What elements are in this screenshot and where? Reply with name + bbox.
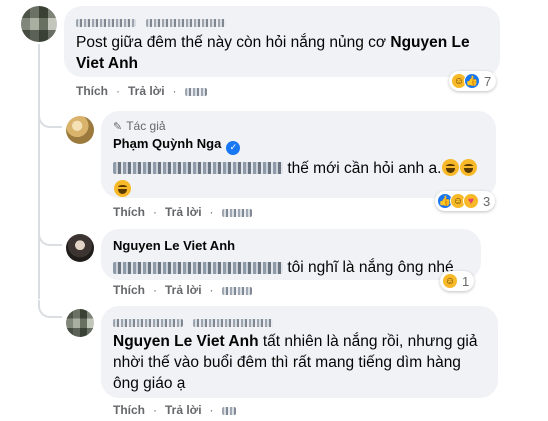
timestamp[interactable] — [221, 283, 252, 297]
reaction-summary[interactable]: ☺ 1 — [440, 271, 475, 291]
timestamp[interactable] — [221, 403, 236, 417]
like-reaction-icon: 👍 — [464, 73, 480, 89]
mention-link[interactable] — [113, 162, 283, 175]
reaction-count: 1 — [462, 273, 470, 289]
grinning-emoji-icon — [442, 158, 460, 176]
grinning-emoji-icon — [460, 158, 478, 176]
like-button[interactable]: Thích — [113, 283, 145, 297]
verified-badge-icon: ✓ — [226, 140, 241, 155]
comment-author-name[interactable]: Phạm Quỳnh Nga ✓ — [113, 135, 484, 155]
mention-link[interactable] — [113, 261, 283, 274]
mention-link[interactable]: Nguyen Le Viet Anh — [113, 333, 259, 350]
reply-button[interactable]: Trả lời — [165, 283, 202, 297]
grinning-emoji-icon — [114, 179, 131, 197]
comment-author-name[interactable] — [113, 314, 486, 328]
comment-actions: Thích · Trả lời · — [113, 403, 236, 417]
comment-text: tôi nghĩ là nắng ông nhé — [113, 257, 469, 278]
comment-author-name[interactable]: Nguyen Le Viet Anh — [113, 237, 469, 254]
thread-connector — [38, 300, 62, 318]
comment-author-name[interactable] — [76, 14, 488, 28]
comment-actions: Thích · Trả lời · — [76, 84, 207, 98]
avatar[interactable] — [66, 309, 94, 337]
like-button[interactable]: Thích — [113, 205, 145, 219]
comment-bubble: Nguyen Le Viet Anh tôi nghĩ là nắng ông … — [101, 229, 481, 280]
thread-connector — [38, 110, 62, 128]
avatar[interactable] — [66, 116, 94, 144]
comment-bubble: Post giữa đêm thế này còn hỏi nắng nủng … — [64, 6, 500, 77]
haha-reaction-icon: ☺ — [442, 273, 458, 289]
timestamp[interactable] — [221, 205, 252, 219]
comment-actions: Thích · Trả lời · — [113, 205, 252, 219]
thread-connector — [38, 228, 62, 246]
reaction-summary[interactable]: ☺ 👍 7 — [449, 71, 497, 91]
reaction-summary[interactable]: 👍 ☺ ♥ 3 — [435, 191, 496, 211]
thread-line — [38, 44, 40, 299]
comment-bubble: ✎ Tác giả Phạm Quỳnh Nga ✓ thế mới cần hỏ… — [101, 111, 496, 198]
reaction-count: 3 — [483, 193, 491, 209]
avatar[interactable] — [21, 6, 57, 42]
reply-button[interactable]: Trả lời — [128, 84, 165, 98]
avatar[interactable] — [66, 234, 94, 262]
comment-text: Nguyen Le Viet Anh tất nhiên là nắng rồi… — [113, 333, 478, 392]
like-button[interactable]: Thích — [76, 84, 108, 98]
comment-text: Post giữa đêm thế này còn hỏi nắng nủng … — [76, 34, 470, 72]
reply-button[interactable]: Trả lời — [165, 205, 202, 219]
comment-bubble: Nguyen Le Viet Anh tất nhiên là nắng rồi… — [101, 306, 498, 398]
comment-actions: Thích · Trả lời · — [113, 283, 252, 297]
comment-text: thế mới cần hỏi anh a. — [113, 158, 484, 200]
author-tag: ✎ Tác giả — [113, 119, 166, 133]
reaction-count: 7 — [484, 73, 492, 89]
like-button[interactable]: Thích — [113, 403, 145, 417]
care-reaction-icon: ♥ — [463, 193, 479, 209]
reply-button[interactable]: Trả lời — [165, 403, 202, 417]
pen-icon: ✎ — [113, 120, 123, 133]
timestamp[interactable] — [184, 84, 207, 98]
